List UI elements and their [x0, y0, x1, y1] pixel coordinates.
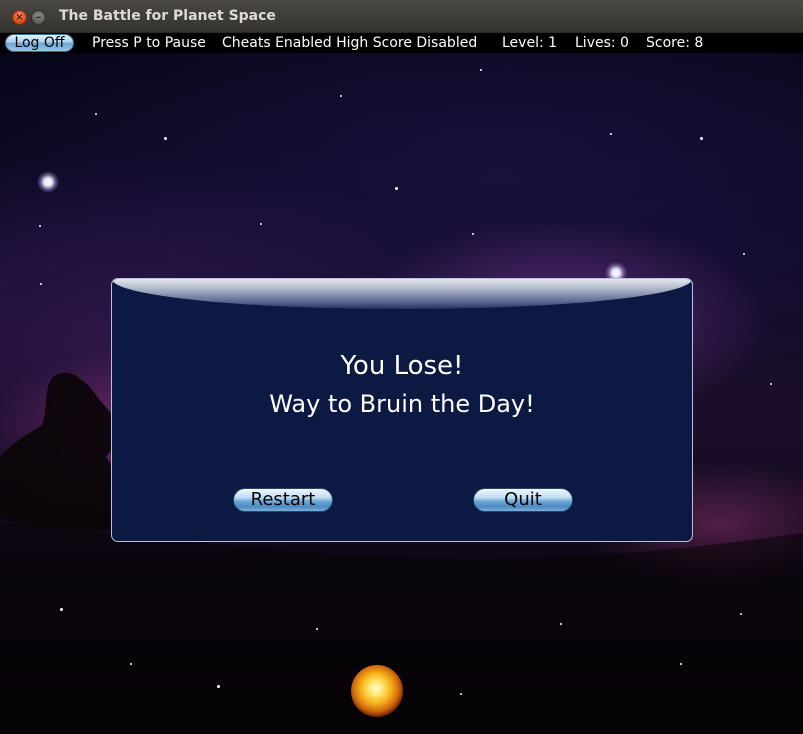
star [610, 133, 612, 135]
star [130, 663, 132, 665]
star [770, 383, 772, 385]
pause-hint: Press P to Pause [92, 35, 206, 51]
dialog-gloss-header [112, 279, 692, 309]
score-indicator: Score: 8 [646, 35, 704, 51]
star [395, 187, 398, 190]
game-over-message: Way to Bruin the Day! [269, 390, 535, 418]
star [680, 663, 682, 665]
fireball-explosion-icon [351, 665, 403, 717]
star [560, 623, 562, 625]
star [472, 233, 474, 235]
game-over-title: You Lose! [340, 351, 464, 381]
star [460, 693, 462, 695]
star [95, 113, 97, 115]
star [217, 685, 220, 688]
lives-indicator: Lives: 0 [575, 35, 629, 51]
star [340, 95, 342, 97]
star [40, 283, 42, 285]
star [743, 253, 745, 255]
hud-bar: Log Off Press P to Pause Cheats Enabled … [0, 33, 803, 53]
star [316, 628, 318, 630]
restart-button[interactable]: Restart [233, 488, 333, 512]
star [39, 225, 41, 227]
quit-button[interactable]: Quit [473, 488, 573, 512]
game-window: × – The Battle for Planet Space Log Off … [0, 0, 803, 734]
minimize-icon[interactable]: – [31, 10, 46, 25]
bright-star [37, 171, 59, 193]
star [700, 137, 703, 140]
close-icon[interactable]: × [12, 10, 27, 25]
star [740, 613, 742, 615]
cheats-status: Cheats Enabled High Score Disabled [222, 35, 478, 51]
log-off-button[interactable]: Log Off [5, 34, 74, 52]
game-over-dialog: You Lose! Way to Bruin the Day! Restart … [111, 278, 693, 542]
star [164, 137, 167, 140]
star [260, 223, 262, 225]
star [480, 69, 482, 71]
title-bar: × – The Battle for Planet Space [0, 0, 803, 33]
window-title: The Battle for Planet Space [59, 8, 276, 24]
level-indicator: Level: 1 [502, 35, 558, 51]
star [60, 608, 63, 611]
